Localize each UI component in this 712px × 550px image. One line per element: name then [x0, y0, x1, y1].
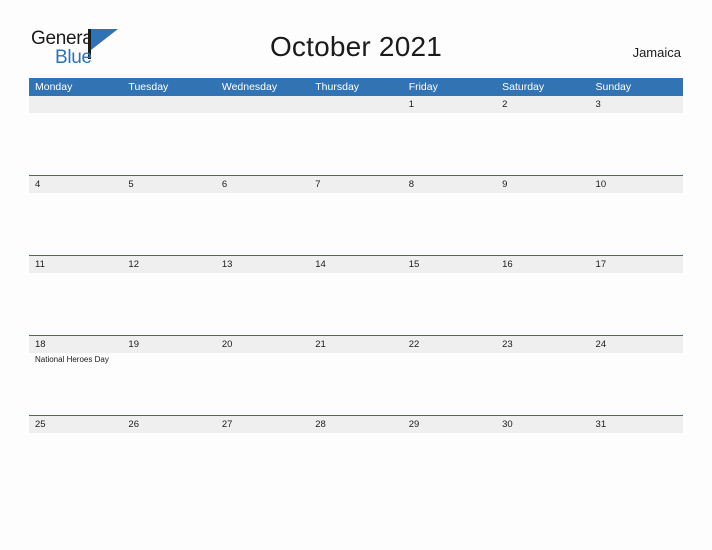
week-date-band: 25 26 27 28 29 30 31 — [29, 416, 683, 433]
calendar-week-row: 4 5 6 7 8 9 10 — [29, 175, 683, 255]
day-number[interactable]: 22 — [403, 336, 496, 353]
day-cell[interactable] — [309, 353, 402, 415]
weekday-header-friday: Friday — [408, 81, 438, 93]
day-cell[interactable] — [309, 273, 402, 335]
day-number[interactable]: 28 — [309, 416, 402, 433]
day-cell[interactable] — [29, 273, 122, 335]
day-number[interactable]: 15 — [403, 256, 496, 273]
day-cell[interactable] — [216, 353, 309, 415]
day-cell[interactable] — [29, 193, 122, 255]
week-date-band: 11 12 13 14 15 16 17 — [29, 256, 683, 273]
day-cell[interactable] — [590, 113, 683, 175]
day-cell[interactable] — [403, 433, 496, 495]
day-number[interactable]: 12 — [122, 256, 215, 273]
day-number[interactable] — [216, 96, 309, 113]
day-number[interactable]: 8 — [403, 176, 496, 193]
day-cell[interactable] — [309, 433, 402, 495]
day-number[interactable]: 6 — [216, 176, 309, 193]
week-date-band: 18 19 20 21 22 23 24 — [29, 336, 683, 353]
week-event-band — [29, 193, 683, 255]
day-number[interactable]: 10 — [590, 176, 683, 193]
day-cell[interactable] — [496, 433, 589, 495]
day-event: National Heroes Day — [35, 355, 109, 364]
country-label: Jamaica — [632, 45, 681, 60]
week-date-band: 4 5 6 7 8 9 10 — [29, 176, 683, 193]
day-number[interactable]: 18 — [29, 336, 122, 353]
day-cell[interactable] — [590, 353, 683, 415]
day-number[interactable]: 7 — [309, 176, 402, 193]
page-title: October 2021 — [269, 31, 443, 62]
day-cell[interactable] — [403, 113, 496, 175]
day-number[interactable]: 2 — [496, 96, 589, 113]
day-number[interactable]: 27 — [216, 416, 309, 433]
day-number[interactable]: 21 — [309, 336, 402, 353]
day-number[interactable] — [309, 96, 402, 113]
day-cell[interactable] — [590, 193, 683, 255]
day-cell[interactable] — [496, 193, 589, 255]
weekday-header-monday: Monday — [35, 81, 73, 93]
weekday-header-sunday: Sunday — [595, 81, 632, 93]
weekday-header-wednesday: Wednesday — [221, 81, 278, 93]
calendar-page: General Blue October 2021 Jamaica Monday… — [0, 0, 712, 550]
day-number[interactable]: 29 — [403, 416, 496, 433]
day-cell[interactable] — [216, 193, 309, 255]
day-cell[interactable] — [590, 433, 683, 495]
calendar-week-row: 18 19 20 21 22 23 24 National Heroes Day — [29, 335, 683, 415]
calendar-table: Monday Tuesday Wednesday Thursday Friday… — [29, 78, 683, 495]
day-number[interactable]: 20 — [216, 336, 309, 353]
day-cell[interactable] — [496, 113, 589, 175]
day-number[interactable]: 3 — [590, 96, 683, 113]
day-cell[interactable] — [122, 193, 215, 255]
day-cell[interactable] — [29, 433, 122, 495]
calendar-week-row: 11 12 13 14 15 16 17 — [29, 255, 683, 335]
day-cell[interactable] — [590, 273, 683, 335]
day-number[interactable]: 26 — [122, 416, 215, 433]
page-header: General Blue October 2021 Jamaica — [0, 0, 712, 78]
day-cell[interactable] — [122, 113, 215, 175]
day-number[interactable]: 31 — [590, 416, 683, 433]
day-number[interactable]: 9 — [496, 176, 589, 193]
day-cell[interactable] — [309, 193, 402, 255]
week-event-band — [29, 273, 683, 335]
day-cell[interactable] — [496, 353, 589, 415]
day-number[interactable]: 24 — [590, 336, 683, 353]
day-cell[interactable] — [29, 113, 122, 175]
day-cell[interactable] — [496, 273, 589, 335]
week-date-band: 1 2 3 — [29, 96, 683, 113]
day-number[interactable]: 5 — [122, 176, 215, 193]
day-number[interactable]: 16 — [496, 256, 589, 273]
day-number[interactable] — [122, 96, 215, 113]
calendar-week-row: 1 2 3 — [29, 96, 683, 175]
day-number[interactable]: 19 — [122, 336, 215, 353]
day-cell[interactable] — [122, 433, 215, 495]
day-number[interactable]: 1 — [403, 96, 496, 113]
weekday-header-thursday: Thursday — [315, 81, 360, 93]
day-number[interactable]: 30 — [496, 416, 589, 433]
week-event-band — [29, 113, 683, 175]
day-cell[interactable] — [122, 353, 215, 415]
day-number[interactable]: 25 — [29, 416, 122, 433]
day-cell[interactable] — [403, 353, 496, 415]
day-number[interactable]: 4 — [29, 176, 122, 193]
weekday-header-saturday: Saturday — [502, 81, 545, 93]
day-number[interactable] — [29, 96, 122, 113]
day-cell[interactable] — [216, 273, 309, 335]
day-cell[interactable] — [403, 273, 496, 335]
day-cell[interactable] — [122, 273, 215, 335]
weekday-header-tuesday: Tuesday — [128, 81, 169, 93]
day-cell[interactable] — [216, 433, 309, 495]
day-number[interactable]: 13 — [216, 256, 309, 273]
day-cell[interactable]: National Heroes Day — [29, 353, 122, 415]
day-number[interactable]: 17 — [590, 256, 683, 273]
day-number[interactable]: 14 — [309, 256, 402, 273]
day-cell[interactable] — [403, 193, 496, 255]
week-event-band — [29, 433, 683, 495]
calendar-week-row: 25 26 27 28 29 30 31 — [29, 415, 683, 495]
week-event-band: National Heroes Day — [29, 353, 683, 415]
day-number[interactable]: 11 — [29, 256, 122, 273]
day-cell[interactable] — [309, 113, 402, 175]
day-cell[interactable] — [216, 113, 309, 175]
day-number[interactable]: 23 — [496, 336, 589, 353]
weekday-header-row: Monday Tuesday Wednesday Thursday Friday… — [29, 78, 683, 96]
